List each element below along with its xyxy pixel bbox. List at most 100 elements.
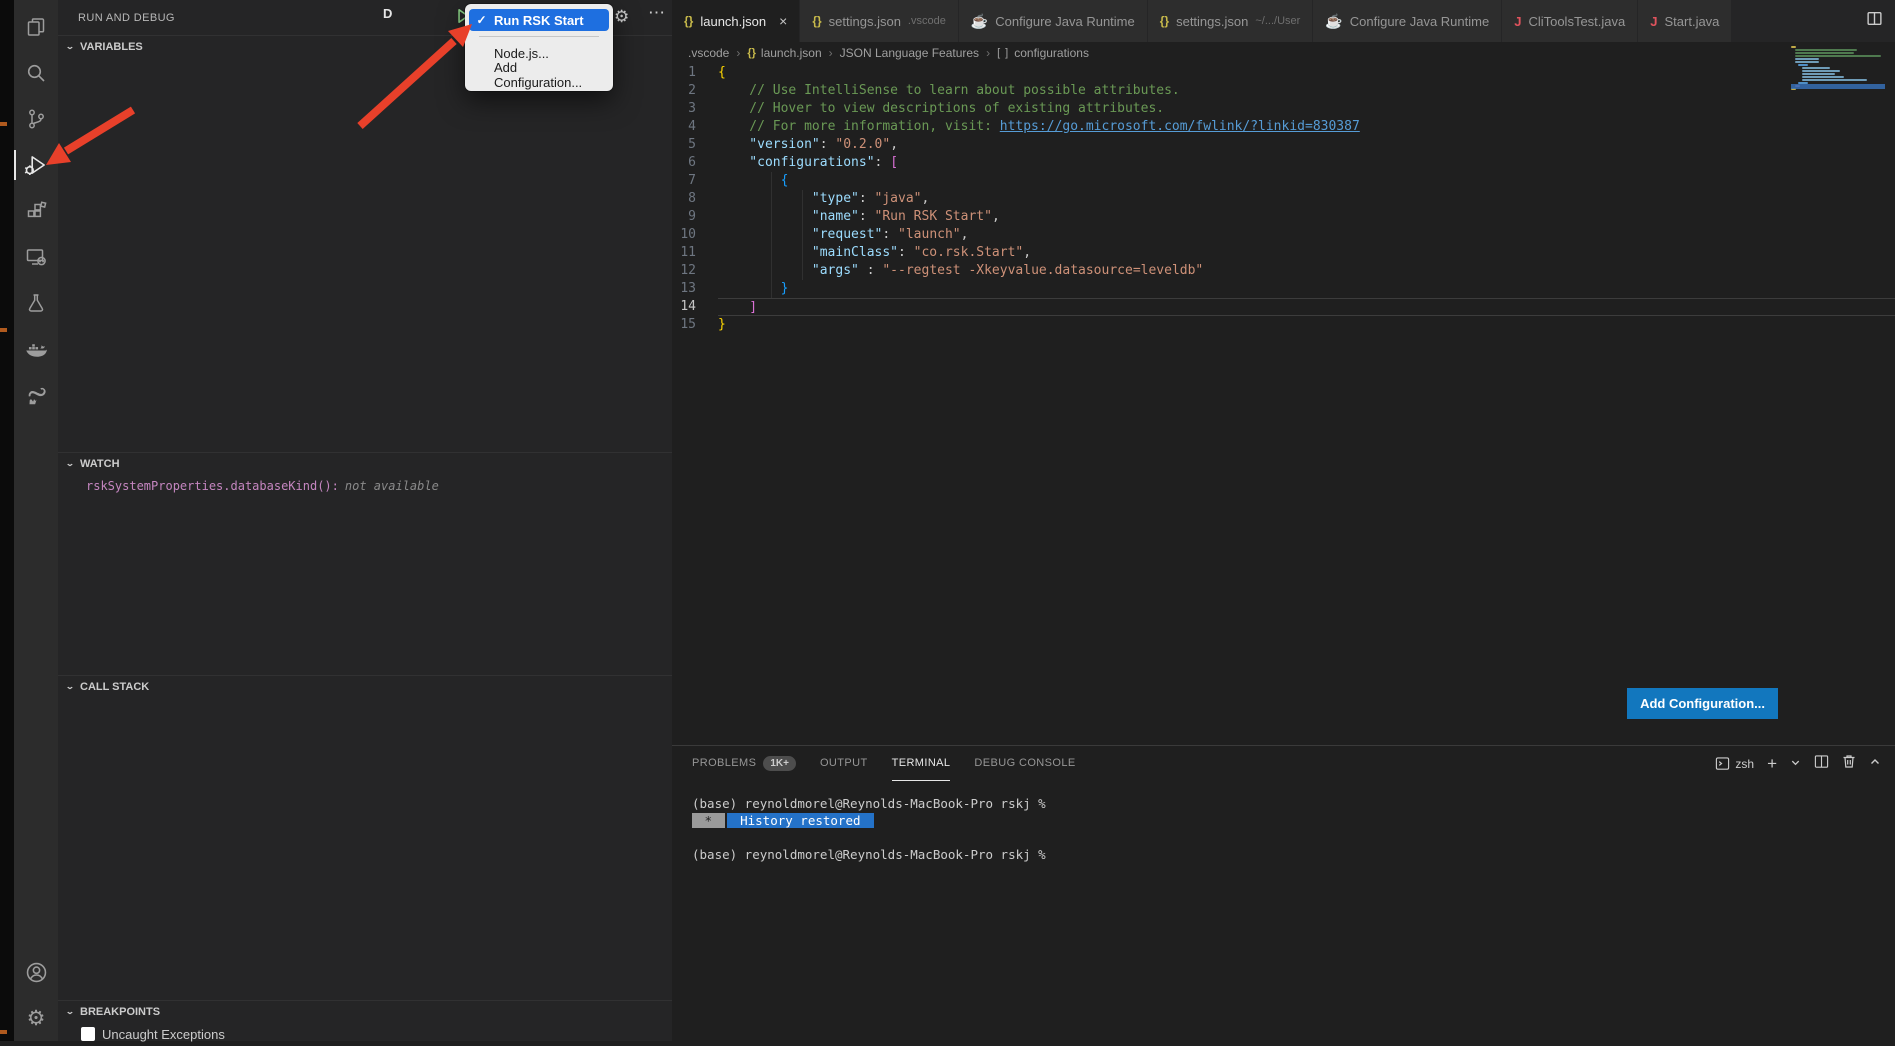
line-content[interactable]: "request": "launch",	[718, 226, 1895, 244]
extensions-icon[interactable]	[14, 188, 58, 234]
run-and-debug-icon[interactable]	[14, 142, 58, 188]
add-configuration-button[interactable]: Add Configuration...	[1627, 688, 1778, 719]
tab-start-java[interactable]: JStart.java	[1638, 0, 1732, 42]
watch-expression-row[interactable]: rskSystemProperties.databaseKind():not a…	[58, 474, 672, 493]
minimap-line	[1798, 64, 1807, 66]
panel-tab-output[interactable]: OUTPUT	[820, 746, 868, 781]
line-number[interactable]: 9	[672, 208, 718, 226]
line-number[interactable]: 11	[672, 244, 718, 262]
menu-item-run-rsk-start[interactable]: ✓Run RSK Start	[469, 9, 609, 31]
accounts-icon[interactable]	[14, 949, 58, 995]
tab-configure-java-runtime[interactable]: ☕Configure Java Runtime	[959, 0, 1148, 42]
debug-settings-gear-icon[interactable]: ⚙	[614, 7, 629, 27]
breakpoints-section-body: Uncaught Exceptions	[58, 1022, 672, 1046]
line-content[interactable]: {	[718, 172, 1895, 190]
split-editor-icon[interactable]	[1866, 10, 1883, 32]
remote-explorer-icon[interactable]	[14, 234, 58, 280]
line-number[interactable]: 4	[672, 118, 718, 136]
breadcrumb-item-launch-json[interactable]: {}launch.json	[747, 46, 821, 60]
tab-clitoolstest-java[interactable]: JCliToolsTest.java	[1502, 0, 1638, 42]
line-number[interactable]: 13	[672, 280, 718, 298]
line-content[interactable]: "type": "java",	[718, 190, 1895, 208]
line-number[interactable]: 8	[672, 190, 718, 208]
code-token: }	[781, 281, 789, 296]
line-number[interactable]: 12	[672, 262, 718, 280]
breadcrumb-item-configurations[interactable]: [ ]configurations	[997, 46, 1089, 60]
tab-launch-json[interactable]: {}launch.json×	[672, 0, 800, 42]
code-token: "request"	[812, 227, 882, 242]
breakpoints-section-header[interactable]: ⌄ BREAKPOINTS	[58, 1000, 672, 1022]
minimap-line	[1802, 73, 1836, 75]
line-content[interactable]: "configurations": [	[718, 154, 1895, 172]
debug-config-context-menu: ✓Run RSK Start Node.js... Add Configuratio…	[465, 4, 613, 91]
close-tab-icon[interactable]: ×	[779, 13, 787, 29]
line-number[interactable]: 1	[672, 64, 718, 82]
line-content[interactable]: "name": "Run RSK Start",	[718, 208, 1895, 226]
panel-tab-terminal[interactable]: TERMINAL	[892, 746, 951, 781]
tab-settings-json-vscode[interactable]: {}settings.json.vscode	[800, 0, 959, 42]
panel-tab-debug-console[interactable]: DEBUG CONSOLE	[974, 746, 1075, 781]
tab-detail: ~/.../User	[1255, 15, 1300, 27]
code-line-11: 11"mainClass": "co.rsk.Start",	[672, 244, 1895, 262]
line-content[interactable]: // Hover to view descriptions of existin…	[718, 100, 1895, 118]
tab-settings-json-user[interactable]: {}settings.json~/.../User	[1148, 0, 1314, 42]
kill-terminal-trash-icon[interactable]	[1842, 754, 1856, 774]
testing-icon[interactable]	[14, 280, 58, 326]
line-number[interactable]: 6	[672, 154, 718, 172]
line-content[interactable]: "version": "0.2.0",	[718, 136, 1895, 154]
panel-tab-problems[interactable]: PROBLEMS1K+	[692, 746, 796, 781]
line-content[interactable]: {	[718, 64, 1895, 82]
line-number[interactable]: 7	[672, 172, 718, 190]
terminal-output[interactable]: (base) reynoldmorel@Reynolds-MacBook-Pro…	[672, 781, 1895, 1041]
line-content[interactable]: }	[718, 316, 1895, 334]
line-content[interactable]: ]	[718, 298, 1895, 316]
views-more-actions-icon[interactable]: ⋯	[648, 3, 666, 23]
code-token: {	[718, 65, 726, 80]
new-terminal-icon[interactable]: +	[1767, 754, 1777, 774]
breakpoint-row-uncaught-exceptions[interactable]: Uncaught Exceptions	[58, 1022, 672, 1046]
code-token: :	[859, 263, 882, 278]
breadcrumb-item-vscode[interactable]: .vscode	[688, 46, 729, 60]
maximize-panel-chevron-icon[interactable]	[1869, 755, 1881, 773]
search-icon[interactable]	[14, 50, 58, 96]
line-content[interactable]: "mainClass": "co.rsk.Start",	[718, 244, 1895, 262]
code-editor[interactable]: 1{2// Use IntelliSense to learn about po…	[672, 64, 1895, 745]
activity-bar: ⚙	[14, 0, 58, 1041]
source-control-icon[interactable]	[14, 96, 58, 142]
watch-section-header[interactable]: ⌄ WATCH	[58, 452, 672, 474]
gradle-icon[interactable]	[14, 372, 58, 418]
code-token: ,	[961, 227, 969, 242]
line-number[interactable]: 3	[672, 100, 718, 118]
call-stack-section-header[interactable]: ⌄ CALL STACK	[58, 675, 672, 697]
tab-configure-java-runtime[interactable]: ☕Configure Java Runtime	[1313, 0, 1502, 42]
desktop-edge-sliver	[0, 0, 14, 1041]
menu-item-label: Node.js...	[494, 46, 549, 61]
config-select-fragment[interactable]: D	[383, 6, 392, 21]
minimap[interactable]	[1791, 46, 1885, 91]
line-number[interactable]: 5	[672, 136, 718, 154]
line-number[interactable]: 15	[672, 316, 718, 334]
line-number[interactable]: 10	[672, 226, 718, 244]
settings-icon[interactable]: ⚙	[14, 995, 58, 1041]
breakpoint-checkbox[interactable]	[81, 1027, 95, 1041]
terminal-shell-chip[interactable]: zsh	[1715, 756, 1754, 771]
code-line-13: 13}	[672, 280, 1895, 298]
line-content[interactable]: }	[718, 280, 1895, 298]
code-line-12: 12"args" : "--regtest -Xkeyvalue.datasou…	[672, 262, 1895, 280]
code-line-2: 2// Use IntelliSense to learn about poss…	[672, 82, 1895, 100]
docker-icon[interactable]	[14, 326, 58, 372]
line-content[interactable]: // For more information, visit: https://…	[718, 118, 1895, 136]
chevron-down-icon: ⌄	[62, 682, 79, 691]
menu-item-add-configuration[interactable]: Add Configuration...	[469, 64, 609, 86]
line-content[interactable]: // Use IntelliSense to learn about possi…	[718, 82, 1895, 100]
editor-group: {}launch.json×{}settings.json.vscode☕Con…	[672, 0, 1895, 1041]
line-content[interactable]: "args" : "--regtest -Xkeyvalue.datasourc…	[718, 262, 1895, 280]
explorer-icon[interactable]	[14, 4, 58, 50]
terminal-dropdown-chevron-icon[interactable]	[1790, 755, 1801, 773]
line-number[interactable]: 14	[672, 298, 718, 316]
line-number[interactable]: 2	[672, 82, 718, 100]
chevron-down-icon: ⌄	[62, 42, 79, 51]
split-terminal-icon[interactable]	[1814, 754, 1829, 774]
breadcrumb-item-json-language-features[interactable]: JSON Language Features	[840, 46, 979, 60]
code-link[interactable]: https://go.microsoft.com/fwlink/?linkid=…	[1000, 119, 1360, 134]
